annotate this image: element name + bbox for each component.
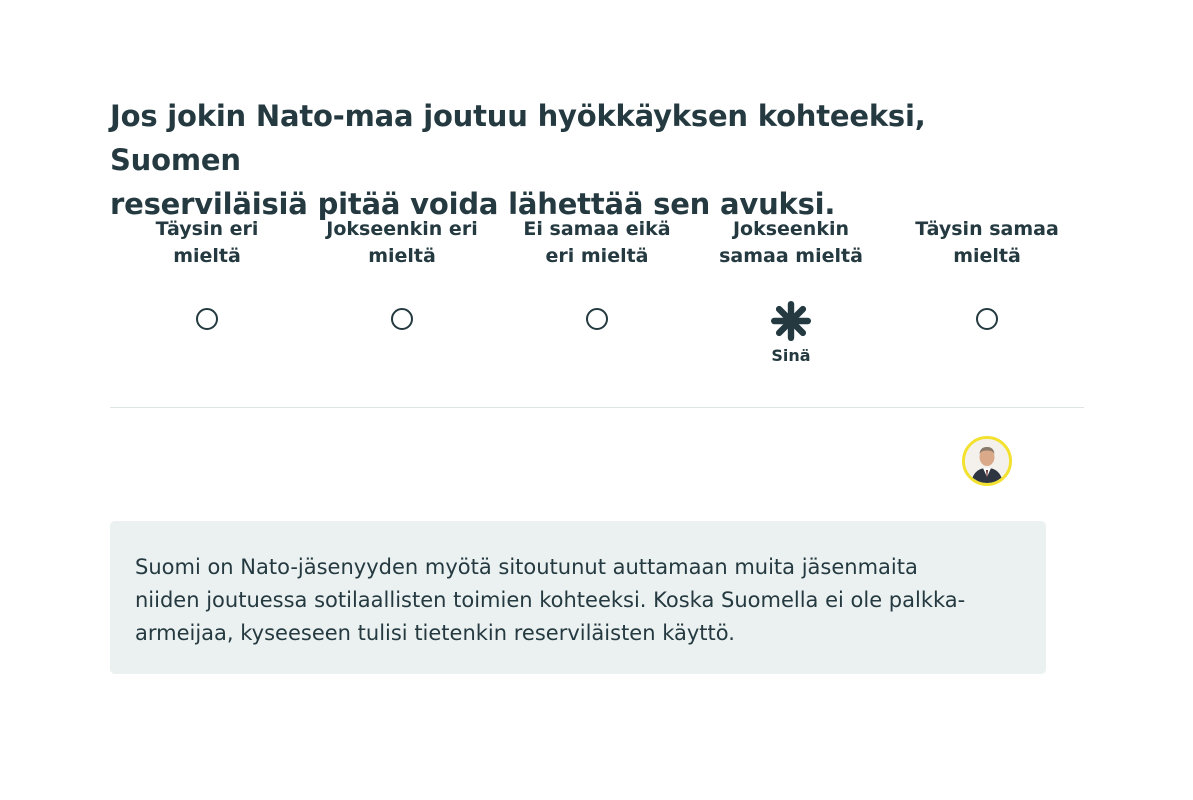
person-portrait-icon [965,439,1009,483]
option-label: Jokseenkin samaa mieltä [719,218,863,267]
option-fully-disagree[interactable]: Täysin eri mieltä [117,216,297,330]
question-line-1: Jos jokin Nato-maa joutuu hyökkäyksen ko… [110,99,926,177]
candidate-avatar[interactable] [962,436,1012,486]
radio-circle-icon[interactable] [196,308,218,330]
question-title: Jos jokin Nato-maa joutuu hyökkäyksen ko… [110,94,1010,226]
radio-circle-icon[interactable] [391,308,413,330]
option-somewhat-disagree[interactable]: Jokseenkin eri mieltä [312,216,492,330]
candidate-answer-text: Suomi on Nato-jäsenyyden myötä sitoutunu… [135,555,966,645]
divider [110,407,1084,408]
selected-asterisk-icon[interactable] [770,300,812,342]
option-label: Täysin eri mieltä [155,218,259,267]
option-neutral[interactable]: Ei samaa eikä eri mieltä [507,216,687,330]
you-label: Sinä [771,346,811,365]
option-fully-agree[interactable]: Täysin samaa mieltä [897,216,1077,330]
option-label: Jokseenkin eri mieltä [326,218,478,267]
option-somewhat-agree[interactable]: Jokseenkin samaa mieltä Sinä [701,216,881,365]
option-label: Täysin samaa mieltä [915,218,1059,267]
option-label: Ei samaa eikä eri mieltä [523,218,671,267]
agreement-scale: Täysin eri mieltä Jokseenkin eri mieltä Ei… [110,216,1084,376]
radio-circle-icon[interactable] [976,308,998,330]
candidate-answer-box: Suomi on Nato-jäsenyyden myötä sitoutunu… [110,521,1046,674]
radio-circle-icon[interactable] [586,308,608,330]
